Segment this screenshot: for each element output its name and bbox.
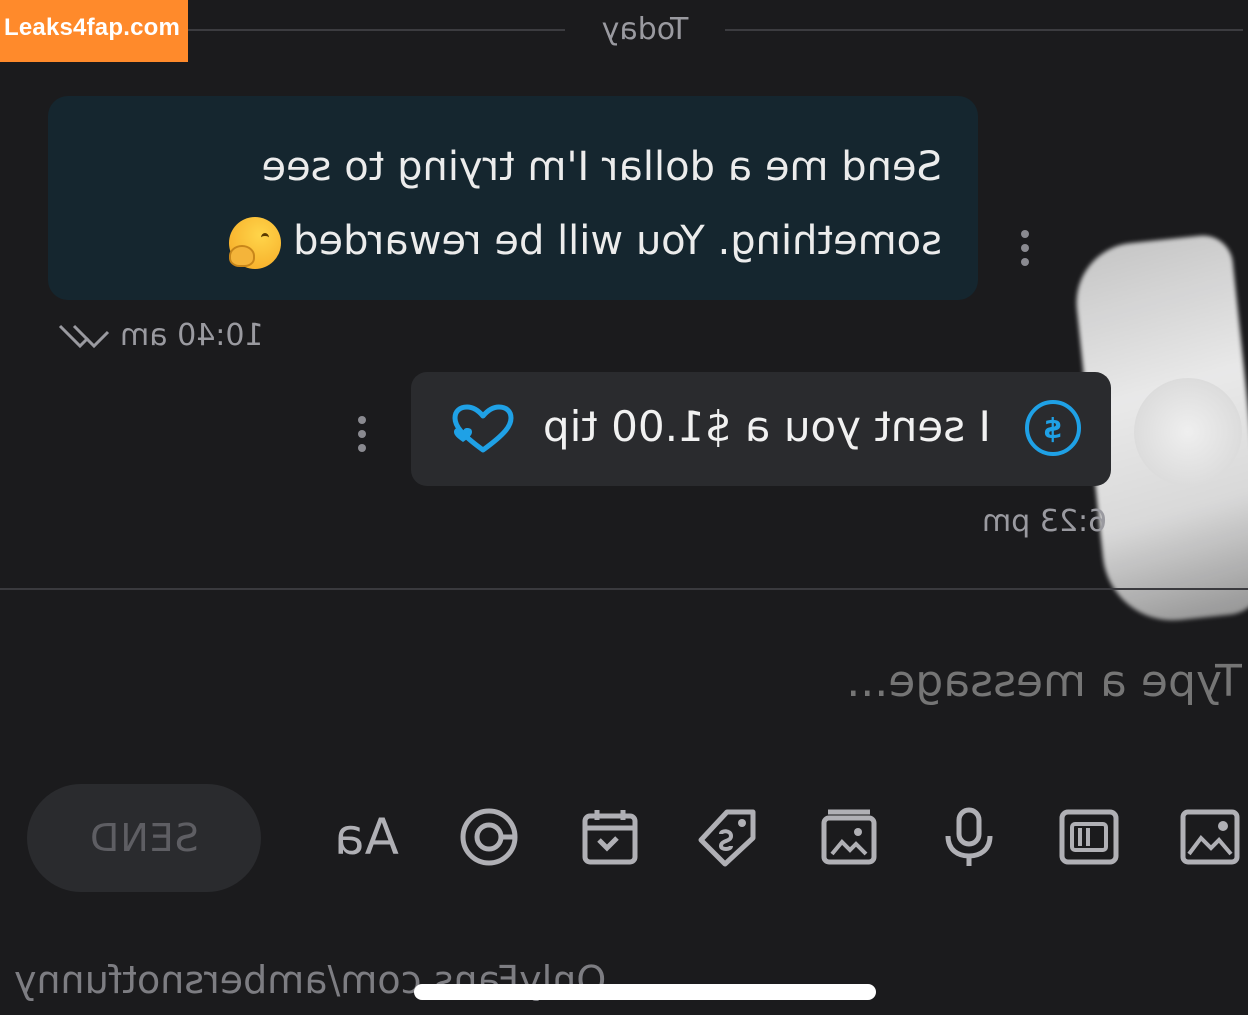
incoming-message-line-2-text: something. You will be rewarded bbox=[293, 218, 942, 264]
hand-over-mouth-emoji-icon bbox=[229, 217, 282, 269]
double-check-icon bbox=[58, 324, 110, 348]
incoming-message-timestamp: 10:40 am bbox=[120, 318, 264, 353]
message-input[interactable] bbox=[660, 650, 1244, 712]
avatar[interactable] bbox=[1134, 378, 1242, 486]
dollar-icon-glyph: $ bbox=[1043, 411, 1063, 445]
incoming-message-bubble[interactable]: Send me a dollar I'm trying to see somet… bbox=[48, 96, 978, 300]
incoming-message-meta: 10:40 am bbox=[56, 318, 264, 353]
send-button-label: SEND bbox=[89, 816, 199, 860]
divider-line-right bbox=[725, 29, 1243, 31]
price-tag-icon[interactable] bbox=[697, 806, 759, 868]
outgoing-tip-bubble[interactable]: $ I sent you a $1.00 tip bbox=[411, 372, 1111, 486]
outgoing-message-menu-icon[interactable] bbox=[358, 416, 368, 452]
incoming-message-menu-icon[interactable] bbox=[1021, 230, 1031, 266]
gif-icon[interactable] bbox=[1058, 806, 1120, 868]
outgoing-message-timestamp: 6:23 pm bbox=[982, 504, 1108, 539]
dollar-icon: $ bbox=[1025, 400, 1081, 456]
send-button[interactable]: SEND bbox=[27, 784, 261, 892]
quiz-icon[interactable] bbox=[458, 806, 520, 868]
tip-message-text: I sent you a $1.00 tip bbox=[543, 402, 991, 451]
composer-divider bbox=[0, 588, 1248, 590]
image-icon[interactable] bbox=[1179, 806, 1241, 868]
home-indicator[interactable] bbox=[414, 984, 876, 1000]
watermark-text: Leaks4fap.com bbox=[4, 14, 181, 41]
text-format-icon[interactable]: Aa bbox=[334, 808, 399, 866]
incoming-message-text: Send me a dollar I'm trying to see somet… bbox=[82, 130, 942, 278]
watermark-logo: Leaks4fap.com bbox=[0, 0, 188, 62]
divider-line-left bbox=[188, 29, 565, 31]
day-divider-label: Today bbox=[601, 12, 689, 47]
vault-icon[interactable] bbox=[818, 806, 880, 868]
heart-icon[interactable] bbox=[451, 404, 515, 456]
microphone-icon[interactable] bbox=[938, 806, 1000, 868]
incoming-message-line-2: something. You will be rewarded bbox=[82, 204, 942, 278]
schedule-icon[interactable] bbox=[579, 806, 641, 868]
incoming-message-line-1: Send me a dollar I'm trying to see bbox=[261, 144, 942, 190]
day-divider: Today bbox=[188, 10, 1248, 50]
